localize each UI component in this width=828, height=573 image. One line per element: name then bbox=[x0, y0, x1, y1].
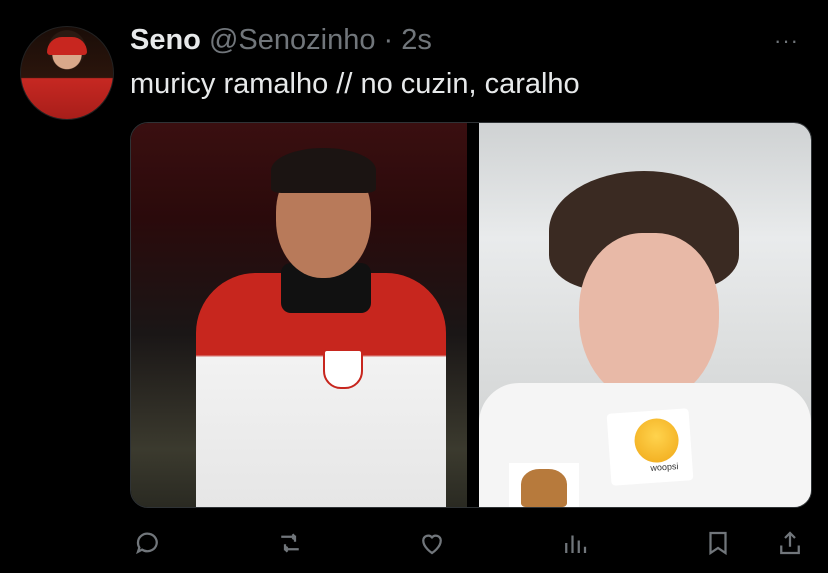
reply-icon[interactable] bbox=[128, 526, 168, 560]
media-image-right[interactable]: woopsi bbox=[479, 123, 811, 507]
sticker-text: woopsi bbox=[650, 461, 679, 473]
like-icon[interactable] bbox=[412, 526, 452, 560]
author-handle[interactable]: @Senozinho bbox=[209, 24, 376, 56]
face-shape bbox=[579, 233, 719, 403]
tweet-actions bbox=[0, 526, 828, 560]
tweet-header: Seno @Senozinho · 2s bbox=[130, 22, 432, 58]
share-icon[interactable] bbox=[770, 526, 810, 560]
tweet-media[interactable]: woopsi bbox=[130, 122, 812, 508]
hair-shape bbox=[271, 148, 376, 193]
author-name[interactable]: Seno bbox=[130, 24, 201, 56]
emoji-sticker: woopsi bbox=[607, 408, 694, 486]
blushing-emoji-icon bbox=[633, 417, 680, 464]
timestamp[interactable]: 2s bbox=[401, 24, 432, 56]
avatar[interactable] bbox=[20, 26, 114, 120]
avatar-cap bbox=[47, 37, 87, 55]
cowboy-hat-icon bbox=[521, 469, 567, 507]
retweet-icon[interactable] bbox=[270, 526, 310, 560]
tweet-text: muricy ramalho // no cuzin, caralho bbox=[130, 66, 580, 102]
separator-dot: · bbox=[384, 24, 394, 56]
hat-sticker bbox=[509, 463, 579, 507]
media-divider bbox=[467, 123, 479, 507]
media-image-left[interactable] bbox=[131, 123, 467, 507]
bookmark-icon[interactable] bbox=[698, 526, 738, 560]
views-icon[interactable] bbox=[555, 526, 595, 560]
club-badge bbox=[323, 349, 363, 389]
more-options-icon[interactable]: ··· bbox=[774, 28, 799, 54]
